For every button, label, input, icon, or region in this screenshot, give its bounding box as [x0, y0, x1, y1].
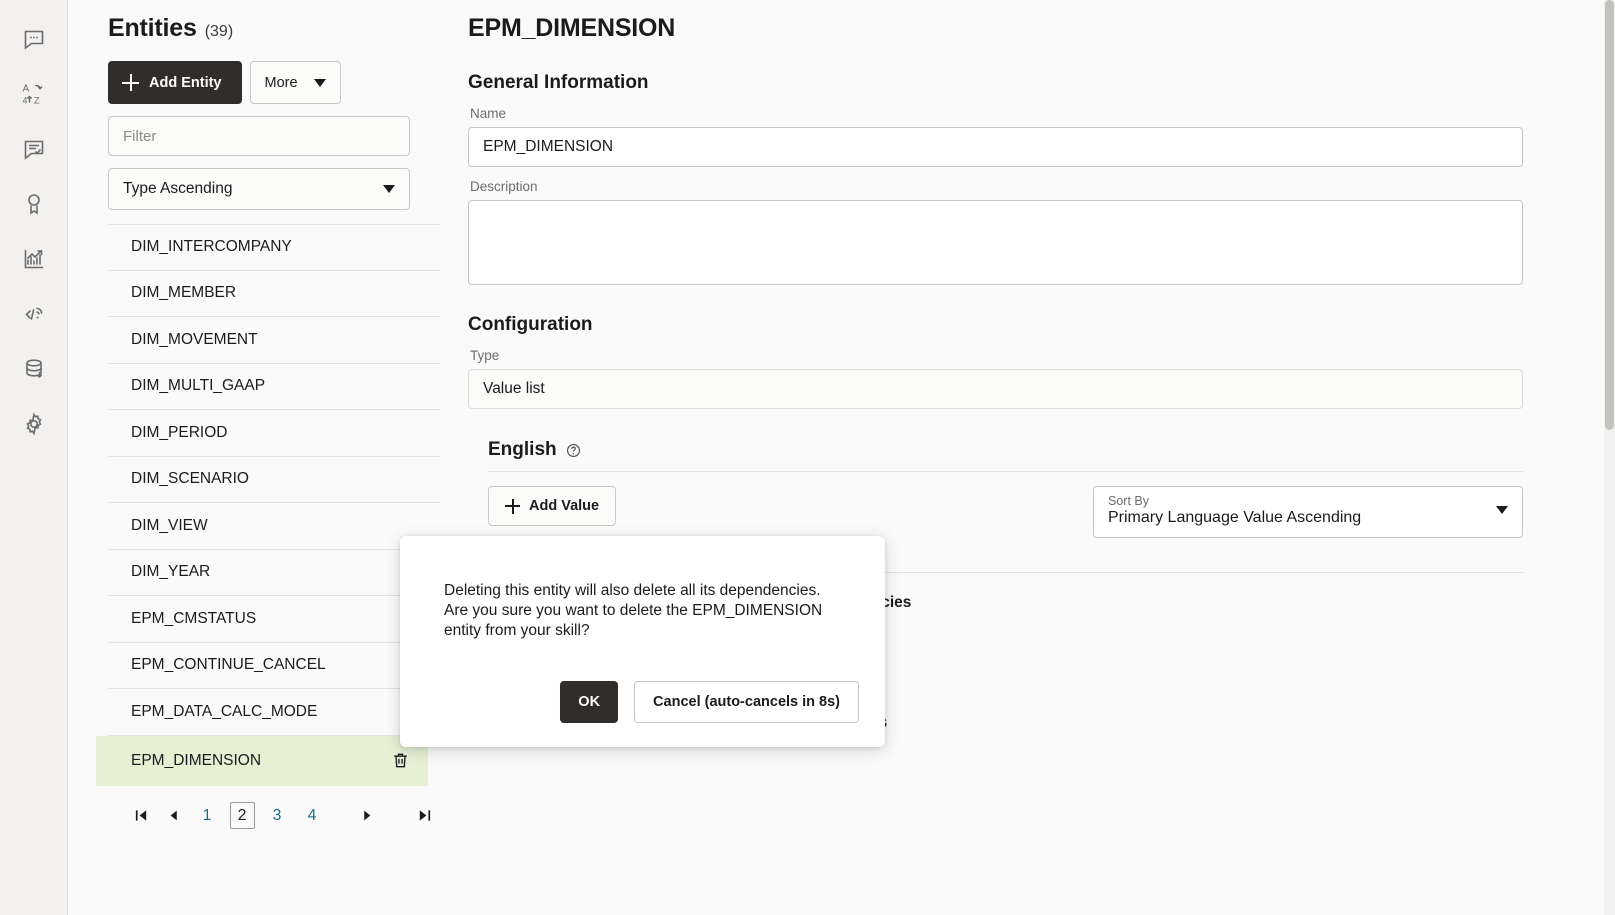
entity-list: DIM_INTERCOMPANY DIM_MEMBER DIM_MOVEMENT…	[108, 224, 440, 786]
list-item[interactable]: EPM_CMSTATUS	[108, 596, 440, 643]
gear-icon[interactable]	[11, 401, 57, 447]
pagination-prev-button[interactable]	[158, 801, 190, 831]
add-value-label: Add Value	[529, 498, 599, 514]
list-item-selected[interactable]: EPM_DIMENSION	[96, 736, 428, 786]
sort-order-select[interactable]: Type Ascending	[108, 168, 410, 210]
entity-name: EPM_CMSTATUS	[131, 610, 256, 628]
database-download-icon[interactable]	[11, 346, 57, 392]
entities-panel: Entities (39) Add Entity More Type Ascen…	[68, 0, 440, 915]
entity-name: DIM_MULTI_GAAP	[131, 377, 265, 395]
description-field[interactable]	[468, 200, 1523, 285]
name-field[interactable]: EPM_DIMENSION	[468, 127, 1523, 167]
entity-name: EPM_DIMENSION	[131, 752, 261, 770]
page-title: Entities (39)	[108, 0, 440, 43]
list-item[interactable]: DIM_PERIOD	[108, 410, 440, 457]
type-label: Type	[470, 348, 1523, 363]
pagination-page-1[interactable]: 1	[195, 802, 220, 829]
entity-name: DIM_SCENARIO	[131, 470, 249, 488]
code-broadcast-icon[interactable]	[11, 291, 57, 337]
name-label: Name	[470, 106, 1523, 121]
sort-by-select[interactable]: Sort By Primary Language Value Ascending	[1093, 486, 1523, 538]
scrollbar-thumb[interactable]	[1605, 0, 1614, 430]
list-item[interactable]: EPM_CONTINUE_CANCEL	[108, 643, 440, 690]
entity-name: DIM_VIEW	[131, 517, 208, 535]
trash-icon[interactable]	[391, 751, 410, 770]
entity-name: EPM_CONTINUE_CANCEL	[131, 656, 326, 674]
entity-detail-panel: EPM_DIMENSION General Information Name E…	[440, 0, 1615, 915]
sort-order-value: Type Ascending	[123, 180, 232, 198]
add-value-button[interactable]: Add Value	[488, 486, 616, 526]
add-entity-button[interactable]: Add Entity	[108, 61, 242, 104]
left-icon-rail: A 4 Z	[0, 0, 68, 915]
pagination-last-button[interactable]	[408, 801, 440, 831]
list-item[interactable]: DIM_SCENARIO	[108, 457, 440, 504]
plus-icon	[505, 499, 520, 514]
chevron-down-icon	[383, 185, 395, 193]
list-item[interactable]: EPM_DATA_CALC_MODE	[108, 689, 440, 736]
list-item[interactable]: DIM_MEMBER	[108, 271, 440, 318]
language-heading: English	[488, 439, 557, 461]
delete-confirm-dialog: Deleting this entity will also delete al…	[400, 536, 885, 747]
language-section-header: English	[488, 439, 1523, 472]
app-root: A 4 Z	[0, 0, 1615, 915]
analytics-icon[interactable]	[11, 236, 57, 282]
pagination-page-2[interactable]: 2	[230, 802, 255, 829]
general-information-heading: General Information	[468, 72, 1523, 94]
filter-input[interactable]	[108, 116, 410, 156]
dialog-message: Deleting this entity will also delete al…	[444, 581, 841, 641]
type-value: Value list	[483, 380, 545, 398]
chevron-down-icon	[1496, 506, 1508, 514]
pagination-page-4[interactable]: 4	[300, 802, 325, 829]
pagination-first-button[interactable]	[126, 801, 158, 831]
ok-button[interactable]: OK	[560, 681, 618, 723]
chat-check-icon[interactable]	[11, 126, 57, 172]
description-label: Description	[470, 179, 1523, 194]
dialog-actions: OK Cancel (auto-cancels in 8s)	[560, 681, 859, 723]
help-circle-icon[interactable]	[566, 443, 581, 458]
more-label: More	[265, 75, 298, 91]
entity-detail-title: EPM_DIMENSION	[468, 14, 1523, 43]
svg-text:A: A	[22, 84, 29, 95]
entities-toolbar: Add Entity More	[108, 61, 440, 104]
name-value: EPM_DIMENSION	[483, 138, 613, 156]
sort-by-value: Primary Language Value Ascending	[1108, 509, 1361, 527]
add-entity-label: Add Entity	[149, 75, 222, 91]
more-button[interactable]: More	[250, 61, 341, 104]
list-item[interactable]: DIM_VIEW	[108, 503, 440, 550]
list-item[interactable]: DIM_YEAR	[108, 550, 440, 597]
language-section-body: Add Value Sort By Primary Language Value…	[488, 486, 1523, 538]
scrollbar-track[interactable]	[1604, 0, 1615, 915]
sort-by-label: Sort By	[1108, 494, 1361, 508]
list-item[interactable]: DIM_MOVEMENT	[108, 317, 440, 364]
chevron-down-icon	[314, 79, 326, 87]
entity-name: DIM_MOVEMENT	[131, 331, 258, 349]
svg-text:4: 4	[22, 96, 27, 106]
cancel-button[interactable]: Cancel (auto-cancels in 8s)	[634, 681, 859, 723]
entity-name: DIM_YEAR	[131, 563, 210, 581]
entities-heading: Entities	[108, 14, 197, 43]
list-item[interactable]: DIM_INTERCOMPANY	[108, 224, 440, 271]
entity-name: DIM_MEMBER	[131, 284, 236, 302]
configuration-heading: Configuration	[468, 314, 1523, 336]
pagination-next-button[interactable]	[352, 801, 384, 831]
entity-name: DIM_INTERCOMPANY	[131, 238, 292, 256]
pagination-page-3[interactable]: 3	[265, 802, 290, 829]
list-item[interactable]: DIM_MULTI_GAAP	[108, 364, 440, 411]
entity-name: DIM_PERIOD	[131, 424, 227, 442]
entity-name: EPM_DATA_CALC_MODE	[131, 703, 317, 721]
translate-icon[interactable]: A 4 Z	[11, 71, 57, 117]
svg-text:Z: Z	[34, 96, 40, 106]
chat-bubble-icon[interactable]	[11, 16, 57, 62]
entities-count: (39)	[205, 23, 233, 41]
pagination: 1 2 3 4	[108, 796, 440, 836]
type-field: Value list	[468, 369, 1523, 409]
badge-icon[interactable]	[11, 181, 57, 227]
plus-icon	[122, 74, 139, 91]
